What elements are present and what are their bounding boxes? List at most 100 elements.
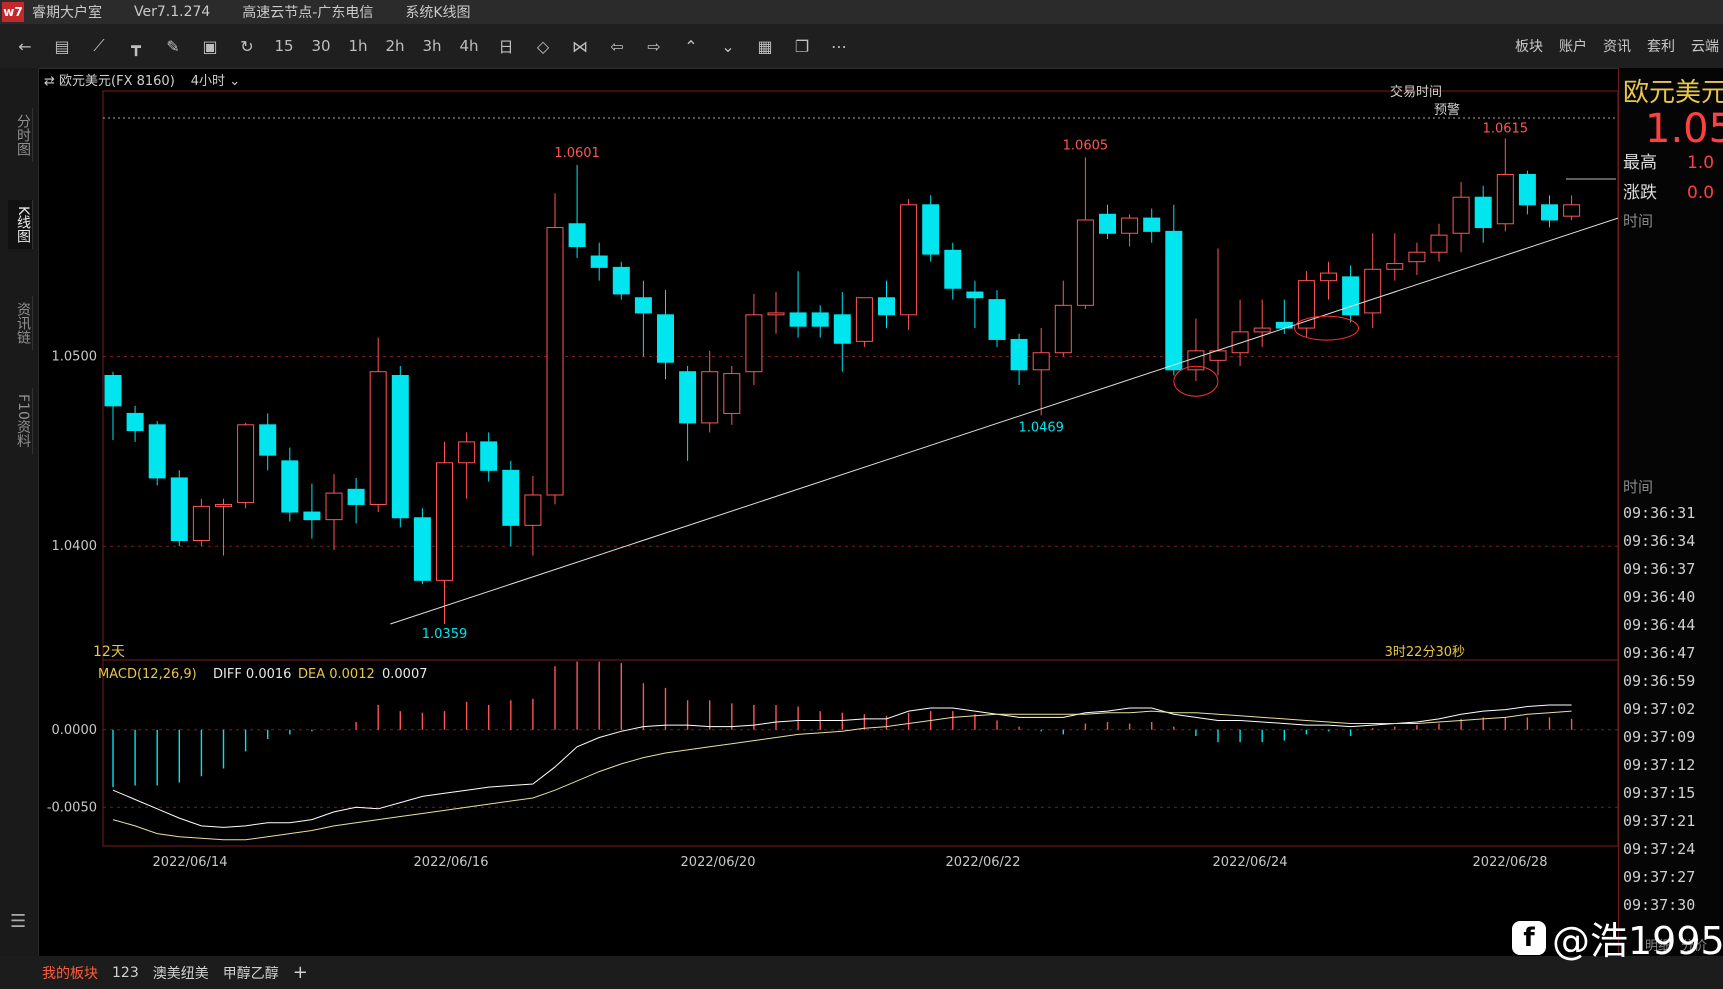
down-candle xyxy=(1541,195,1558,228)
candle-body xyxy=(1143,217,1161,232)
windows-icon[interactable]: ❐ xyxy=(787,32,817,60)
down-candle xyxy=(1010,333,1028,385)
candle-body xyxy=(1342,276,1360,316)
period-button[interactable]: 日 xyxy=(491,32,521,60)
tab-f10[interactable]: F10资料 xyxy=(8,388,33,454)
server-node[interactable]: 高速云节点-广东电信 xyxy=(242,2,373,22)
change-value: 0.0 xyxy=(1687,183,1715,203)
tick-time: 09:36:40 xyxy=(1623,588,1696,606)
tick-time: 09:37:02 xyxy=(1623,700,1696,718)
menu-news[interactable]: 资讯 xyxy=(1603,36,1631,56)
candle-body xyxy=(237,424,255,504)
app-logo-icon: w7 xyxy=(2,2,24,22)
grid-icon[interactable]: ▦ xyxy=(750,32,780,60)
period-button[interactable]: 4h xyxy=(454,32,484,60)
up-candle xyxy=(1408,242,1426,275)
save-icon[interactable]: ▣ xyxy=(195,32,225,60)
tick-time: 09:37:09 xyxy=(1623,728,1696,746)
candle-body xyxy=(1474,196,1492,229)
tick-time: 09:37:12 xyxy=(1623,756,1696,774)
list-icon[interactable]: ▤ xyxy=(47,32,77,60)
candle-body xyxy=(900,204,918,316)
kline-chart[interactable]: 1.0500 1.0400 1.0601 1.0605 1.0615 1.0469 1.0… xyxy=(38,68,1618,958)
down-candle xyxy=(634,280,652,357)
macd-header-text: MACD(12,26,9) xyxy=(98,667,197,682)
candle-body xyxy=(1010,338,1028,371)
down-candle xyxy=(944,242,962,300)
candle-body xyxy=(723,373,741,414)
period-button[interactable]: 3h xyxy=(417,32,447,60)
high-label: 最高 xyxy=(1623,153,1657,173)
tab-news-chain[interactable]: 资讯链 xyxy=(8,296,33,350)
high-value: 1.0 xyxy=(1687,153,1715,173)
price-annotation: 1.0469 xyxy=(1018,420,1064,435)
up-candle xyxy=(1496,138,1514,232)
down-candle xyxy=(568,164,586,258)
down-candle xyxy=(104,371,122,440)
draw-icon[interactable]: ✎ xyxy=(158,32,188,60)
up-candle xyxy=(767,292,785,334)
candle-body xyxy=(1275,321,1293,329)
candle-body xyxy=(944,249,962,289)
down-candle xyxy=(590,242,608,281)
tick-time: 09:36:47 xyxy=(1623,644,1696,662)
macd-header-text: DIFF 0.0016 xyxy=(213,667,291,682)
up-candle xyxy=(1253,299,1271,348)
macd-header-text: 0.0007 xyxy=(382,667,428,682)
candle-body xyxy=(634,297,652,314)
candle-body xyxy=(480,441,498,471)
up-candle xyxy=(1563,195,1581,220)
bottom-tab-my-sector[interactable]: 我的板块 xyxy=(42,963,98,983)
candle-body xyxy=(1253,327,1271,333)
bottom-tab-aud-nzd[interactable]: 澳美纽美 xyxy=(153,963,209,983)
candle-body xyxy=(657,314,674,363)
quote-price: 1.05 xyxy=(1645,106,1723,152)
down-candle xyxy=(126,405,144,442)
bottom-bar: 我的板块 123 澳美纽美 甲醇乙醇 + xyxy=(0,956,1723,989)
down-candle xyxy=(1143,208,1161,243)
menu-cloud[interactable]: 云端 xyxy=(1691,36,1719,56)
down-candle xyxy=(811,305,829,338)
candle-body xyxy=(811,312,829,327)
quote-panel: 欧元美元 1.05 最高 1.0 涨跌 0.0 时间 时间 09:36:31 09:3… xyxy=(1618,68,1723,956)
candle-body xyxy=(259,424,277,456)
left-icon[interactable]: ⇦ xyxy=(602,32,632,60)
period-button[interactable]: 30 xyxy=(306,32,336,60)
back-icon[interactable]: ← xyxy=(10,32,40,60)
period-button[interactable]: 1h xyxy=(343,32,373,60)
period-button[interactable]: 15 xyxy=(269,32,299,60)
down-candle xyxy=(878,280,895,329)
tick-time: 09:37:21 xyxy=(1623,812,1696,830)
up-candle xyxy=(1386,233,1404,281)
menu-sector[interactable]: 板块 xyxy=(1515,36,1543,56)
candle-icon[interactable]: ┳ xyxy=(121,32,151,60)
refresh-icon[interactable]: ↻ xyxy=(232,32,262,60)
right-icon[interactable]: ⇨ xyxy=(639,32,669,60)
candle-body xyxy=(1518,173,1536,206)
add-tab-button[interactable]: + xyxy=(293,962,308,983)
period-button[interactable]: 2h xyxy=(380,32,410,60)
tab-kline[interactable]: K线图 xyxy=(8,200,33,250)
merge-icon[interactable]: ⋈ xyxy=(565,32,595,60)
down-candle xyxy=(657,290,674,380)
macd-header-text: DEA 0.0012 xyxy=(298,667,375,682)
up-candle xyxy=(745,293,763,385)
tab-timeshare[interactable]: 分时图 xyxy=(8,108,33,162)
up-icon[interactable]: ⌃ xyxy=(676,32,706,60)
line-chart-icon[interactable]: ⟋ xyxy=(84,32,114,60)
app-name: 睿期大户室 xyxy=(32,5,102,21)
up-candle xyxy=(1452,182,1470,253)
candle-body xyxy=(833,314,851,344)
menu-arbitrage[interactable]: 套利 xyxy=(1647,36,1675,56)
list-icon[interactable]: ☰ xyxy=(10,911,26,932)
bottom-tab-methanol[interactable]: 甲醇乙醇 xyxy=(223,963,279,983)
more-icon[interactable]: ⋯ xyxy=(824,32,854,60)
price-annotation: 1.0605 xyxy=(1063,138,1109,153)
menu-account[interactable]: 账户 xyxy=(1559,36,1587,56)
candle-body xyxy=(679,371,697,424)
down-icon[interactable]: ⌄ xyxy=(713,32,743,60)
bottom-tab-123[interactable]: 123 xyxy=(112,965,139,981)
candle-body xyxy=(215,503,232,507)
split-icon[interactable]: ◇ xyxy=(528,32,558,60)
candle-body xyxy=(789,312,807,327)
